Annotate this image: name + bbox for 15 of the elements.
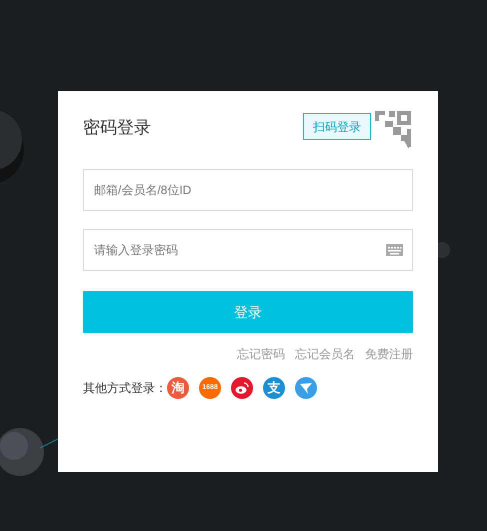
account-link[interactable]: 忘记会员名 bbox=[295, 345, 355, 363]
account-field[interactable]: 邮箱/会员名/8位ID bbox=[83, 169, 413, 211]
qr-login-tooltip: 扫码登录 bbox=[303, 113, 371, 140]
other-login-label: 其他方式登录： bbox=[83, 380, 167, 397]
password-field[interactable]: 请输入登录密码 bbox=[83, 229, 413, 271]
account-link[interactable]: 忘记密码 bbox=[237, 345, 285, 363]
account-link[interactable]: 免费注册 bbox=[365, 345, 413, 363]
provider-logo[interactable]: 支 bbox=[263, 377, 285, 399]
eye-logo-icon[interactable] bbox=[231, 377, 253, 399]
qr-code-icon[interactable] bbox=[373, 111, 413, 151]
login-button[interactable]: 登录 bbox=[83, 291, 413, 333]
login-title: 密码登录 bbox=[83, 117, 151, 139]
provider-logo[interactable]: 淘 bbox=[167, 377, 189, 399]
paper-plane-logo-icon[interactable] bbox=[295, 377, 317, 399]
keyboard-icon[interactable] bbox=[386, 244, 403, 256]
